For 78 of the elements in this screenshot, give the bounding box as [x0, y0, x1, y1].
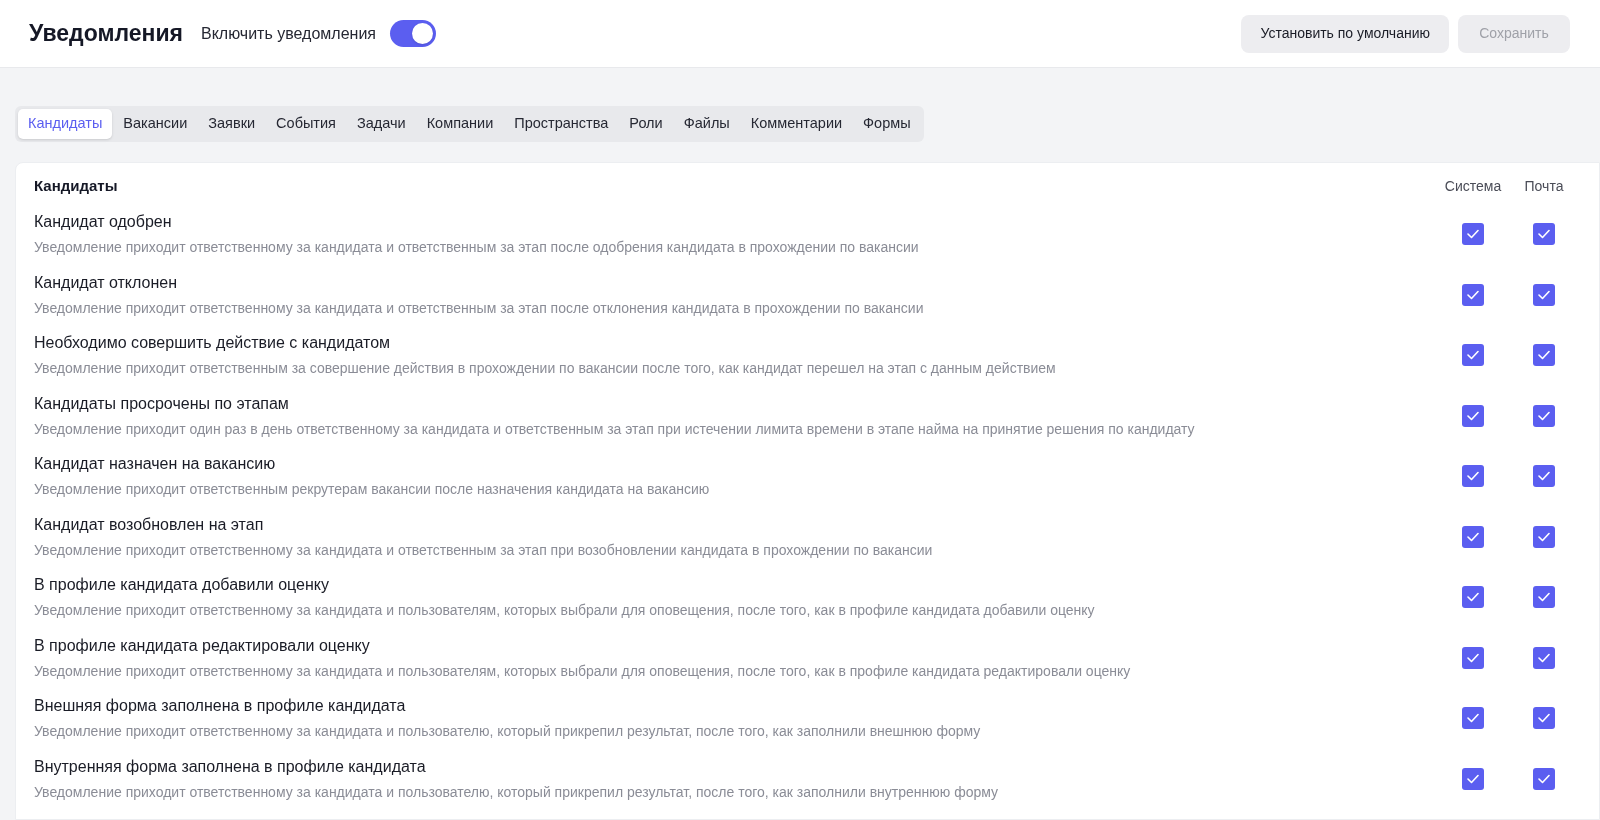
page-title: Уведомления: [29, 19, 183, 49]
checkmark-icon: [1538, 713, 1550, 724]
tab[interactable]: Заявки: [198, 109, 266, 139]
tab[interactable]: События: [266, 109, 346, 139]
checkbox[interactable]: [1533, 404, 1555, 427]
tab[interactable]: Вакансии: [113, 109, 198, 139]
checkbox[interactable]: [1533, 525, 1555, 548]
notification-description: Уведомление приходит ответственному за кандидата и пользователям, которых выбрали для оповещения, после того, как в профиле кандидата редактировали оценку: [34, 661, 1131, 681]
notification-description: Уведомление приходит ответственному за кандидата и пользователю, который прикрепил результат, после того, как заполнили внешнюю форму: [34, 722, 981, 742]
checkmark-icon: [1538, 652, 1550, 663]
checkmark-icon: [1538, 531, 1550, 542]
checkmark-icon: [1538, 410, 1550, 421]
checkbox[interactable]: [1462, 767, 1484, 790]
default-button[interactable]: Установить по умолчанию: [1241, 14, 1449, 53]
checkbox[interactable]: [1462, 344, 1484, 367]
tab[interactable]: Формы: [853, 109, 921, 139]
notification-description: Уведомление приходит один раз в день ответственному за кандидата и ответственным за этап при истечении лимита времени в этапе найма на принятие решения по кандидату: [34, 419, 1195, 439]
notification-description: Уведомление приходит ответственному за кандидата и ответственным за этап после отклонения кандидата в прохождении по вакансии: [34, 298, 924, 318]
checkmark-icon: [1467, 410, 1479, 421]
checkbox[interactable]: [1533, 465, 1555, 488]
notification-description: Уведомление приходит ответственным рекрутерам вакансии после назначения кандидата на вакансию: [34, 480, 710, 500]
checkmark-icon: [1467, 471, 1479, 482]
checkmark-icon: [1538, 471, 1550, 482]
column-header: Система: [1443, 176, 1503, 196]
checkmark-icon: [1538, 289, 1550, 300]
notification-title: Необходимо совершить действие с кандидатом: [34, 333, 392, 354]
checkbox[interactable]: [1462, 707, 1484, 730]
notification-title: Внутренняя форма заполнена в профиле кандидата: [34, 756, 427, 777]
section-title: Кандидаты: [34, 175, 118, 196]
checkbox[interactable]: [1462, 404, 1484, 427]
checkbox[interactable]: [1462, 465, 1484, 488]
checkmark-icon: [1538, 350, 1550, 361]
checkbox[interactable]: [1533, 767, 1555, 790]
checkbox[interactable]: [1533, 646, 1555, 669]
notification-title: Кандидат одобрен: [34, 212, 173, 233]
notification-title: Внешняя форма заполнена в профиле кандидата: [34, 696, 407, 717]
notification-description: Уведомление приходит ответственному за кандидата и пользователю, который прикрепил результат, после того, как заполнили внутреннюю форму: [34, 782, 998, 802]
notification-title: В профиле кандидата добавили оценку: [34, 575, 330, 596]
notification-title: В профиле кандидата редактировали оценку: [34, 635, 371, 656]
notification-description: Уведомление приходит ответственному за кандидата и ответственным за этап после одобрения кандидата в прохождении по вакансии: [34, 238, 919, 258]
checkmark-icon: [1467, 652, 1479, 663]
checkbox[interactable]: [1462, 646, 1484, 669]
notification-title: Кандидаты просрочены по этапам: [34, 393, 290, 414]
checkbox[interactable]: [1462, 223, 1484, 246]
checkbox[interactable]: [1533, 223, 1555, 246]
notification-description: Уведомление приходит ответственному за кандидата и пользователям, которых выбрали для оповещения, после того, как в профиле кандидата добавили оценку: [34, 601, 1095, 621]
checkmark-icon: [1538, 592, 1550, 603]
checkmark-icon: [1538, 229, 1550, 240]
checkmark-icon: [1467, 713, 1479, 724]
notification-description: Уведомление приходит ответственному за кандидата и ответственным за этап при возобновлении кандидата в прохождении по вакансии: [34, 540, 933, 560]
checkbox[interactable]: [1462, 586, 1484, 609]
checkmark-icon: [1467, 229, 1479, 240]
notification-title: Кандидат возобновлен на этап: [34, 514, 265, 535]
checkmark-icon: [1467, 289, 1479, 300]
checkmark-icon: [1467, 350, 1479, 361]
checkbox[interactable]: [1462, 525, 1484, 548]
tab[interactable]: Компании: [416, 109, 504, 139]
tab[interactable]: Задачи: [346, 109, 416, 139]
tab[interactable]: Комментарии: [740, 109, 853, 139]
checkmark-icon: [1538, 773, 1550, 784]
notification-title: Кандидат назначен на вакансию: [34, 454, 277, 475]
checkbox[interactable]: [1533, 707, 1555, 730]
checkbox[interactable]: [1533, 344, 1555, 367]
notification-description: Уведомление приходит ответственным за совершение действия в прохождении по вакансии после того, как кандидат перешел на этап с данным действием: [34, 359, 1056, 379]
tab[interactable]: Кандидаты: [18, 109, 113, 139]
column-header: Почта: [1523, 176, 1565, 196]
checkbox[interactable]: [1533, 586, 1555, 609]
notification-title: Кандидат отклонен: [34, 272, 179, 293]
checkmark-icon: [1467, 531, 1479, 542]
checkmark-icon: [1467, 773, 1479, 784]
toggle-label: Включить уведомления: [201, 23, 376, 44]
checkbox[interactable]: [1533, 283, 1555, 306]
tab[interactable]: Пространства: [504, 109, 619, 139]
checkmark-icon: [1467, 592, 1479, 603]
tab[interactable]: Файлы: [673, 109, 740, 139]
tab[interactable]: Роли: [619, 109, 673, 139]
toggle-switch[interactable]: [390, 20, 436, 47]
checkbox[interactable]: [1462, 283, 1484, 306]
